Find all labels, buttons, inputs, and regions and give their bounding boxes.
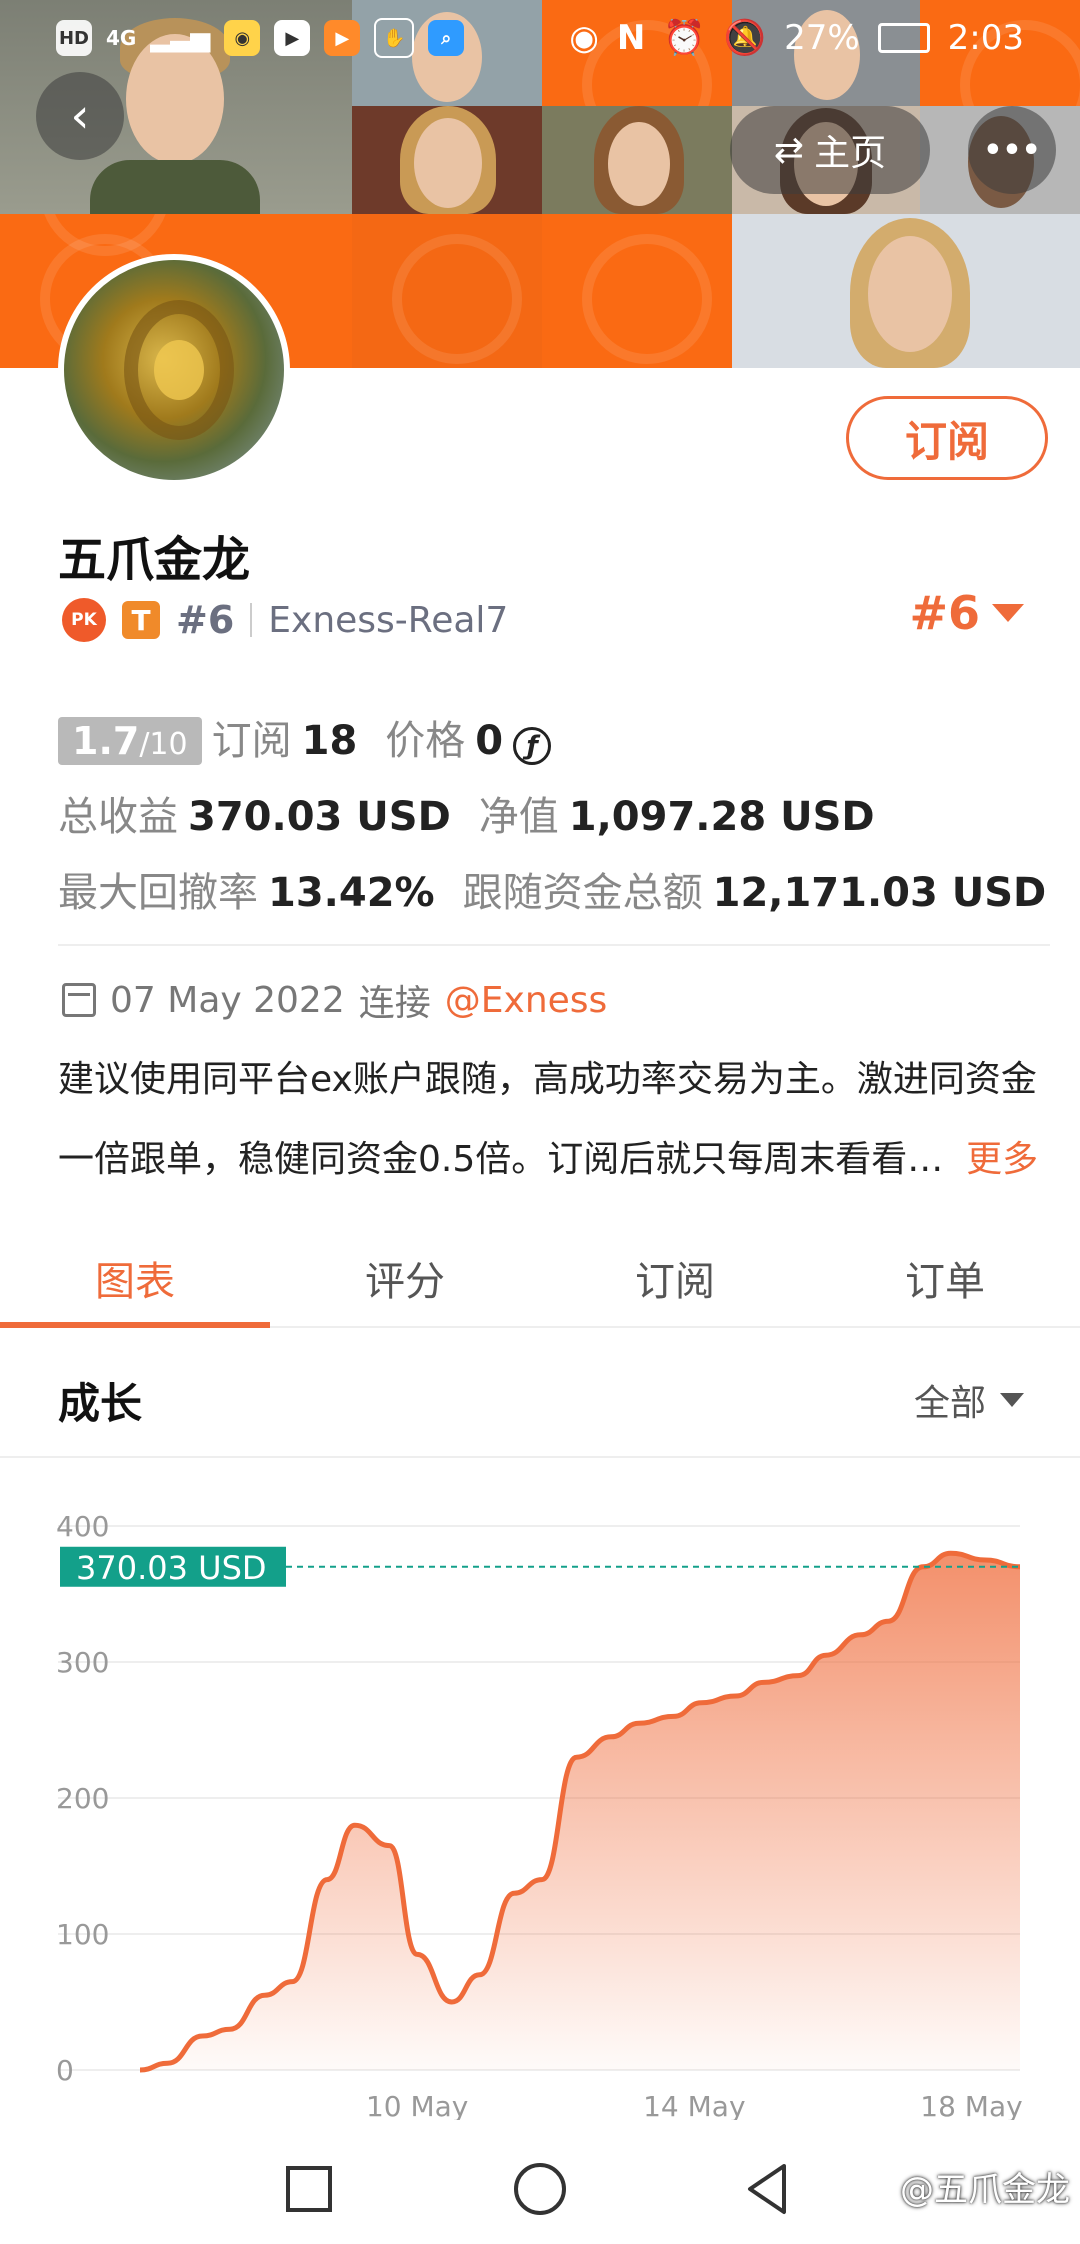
x-tick-label: 14 May bbox=[643, 2090, 745, 2120]
total-profit-value: 370.03 USD bbox=[188, 794, 451, 840]
price-value: 0 bbox=[475, 718, 504, 764]
section-title: 成长 bbox=[58, 1379, 143, 1428]
rank-dropdown[interactable]: #6 bbox=[909, 586, 1024, 640]
chevron-left-icon: ‹ bbox=[70, 88, 90, 144]
broker-link[interactable]: @Exness bbox=[445, 980, 608, 1021]
current-value-label: 370.03 USD bbox=[76, 1549, 267, 1587]
tab-subscribe[interactable]: 订阅 bbox=[540, 1230, 810, 1326]
y-tick-label: 0 bbox=[56, 2054, 74, 2087]
connection-info: 07 May 2022 连接 @Exness bbox=[62, 974, 607, 1026]
profile-name: 五爪金龙 bbox=[58, 532, 251, 588]
banner-photo bbox=[542, 106, 732, 214]
recent-apps-button[interactable] bbox=[286, 2166, 332, 2212]
battery-percent: 27% bbox=[784, 18, 860, 58]
home-nav-button[interactable] bbox=[514, 2163, 566, 2215]
broker-account: Exness-Real7 bbox=[268, 599, 509, 641]
status-bar: HD 4G ▂▃▅ ◉ ▶ ▶ ✋ ⌕ ◉ N ⏰ 🔕 27% 2:03 bbox=[0, 0, 1080, 80]
coin-icon: ƒ bbox=[513, 727, 552, 765]
more-icon: ••• bbox=[983, 132, 1041, 168]
eye-icon: ◉ bbox=[569, 18, 599, 58]
tab-rating[interactable]: 评分 bbox=[270, 1230, 540, 1326]
profile-badges: PK T #6 Exness-Real7 bbox=[62, 592, 508, 648]
divider bbox=[0, 1456, 1080, 1458]
connection-label: 连接 bbox=[358, 983, 431, 1024]
max-drawdown-label: 最大回撤率 bbox=[58, 870, 258, 916]
hand-icon: ✋ bbox=[374, 18, 415, 58]
stats-row-3: 最大回撤率 13.42% 跟随资金总额 12,171.03 USD bbox=[58, 860, 1046, 918]
tab-chart[interactable]: 图表 bbox=[0, 1230, 270, 1328]
profile-description: 建议使用同平台ex账户跟随，高成功率交易为主。激进同资金 一倍跟单，稳健同资金0… bbox=[58, 1040, 1048, 1200]
nfc-icon: N bbox=[616, 18, 646, 58]
price-label: 价格 bbox=[385, 718, 466, 764]
score-value: 1.7 bbox=[72, 719, 140, 763]
caret-down-icon bbox=[1000, 1393, 1024, 1407]
y-tick-label: 200 bbox=[56, 1782, 109, 1815]
total-profit-label: 总收益 bbox=[58, 794, 178, 840]
banner-tile bbox=[542, 214, 732, 368]
avatar[interactable] bbox=[58, 254, 290, 486]
watermark: @五爪金龙 bbox=[900, 2170, 1070, 2210]
range-filter-label: 全部 bbox=[913, 1383, 986, 1424]
home-button-label: 主页 bbox=[814, 133, 887, 174]
rank-label: #6 bbox=[176, 598, 235, 642]
trader-badge: T bbox=[122, 601, 160, 639]
x-tick-label: 18 May bbox=[920, 2090, 1022, 2120]
divider bbox=[58, 944, 1050, 946]
back-button[interactable]: ‹ bbox=[36, 72, 124, 160]
description-line: 建议使用同平台ex账户跟随，高成功率交易为主。激进同资金 bbox=[58, 1059, 1037, 1100]
alarm-icon: ⏰ bbox=[663, 18, 706, 58]
play-icon: ▶ bbox=[324, 20, 361, 56]
tab-orders[interactable]: 订单 bbox=[810, 1230, 1080, 1326]
more-link[interactable]: 更多 bbox=[966, 1139, 1038, 1180]
equity-value: 1,097.28 USD bbox=[568, 794, 875, 840]
home-button[interactable]: ⇄ 主页 bbox=[730, 106, 930, 194]
signal-icon: 4G bbox=[106, 26, 137, 50]
follow-funds-value: 12,171.03 USD bbox=[712, 870, 1047, 916]
growth-chart: 370.03 USD 0 100 200 300 400 10 May 14 May 18 … bbox=[56, 1510, 1023, 2120]
stats-row-2: 总收益 370.03 USD 净值 1,097.28 USD bbox=[58, 784, 875, 842]
banner-photo bbox=[352, 106, 542, 214]
x-tick-label: 10 May bbox=[366, 2090, 468, 2120]
mute-icon: 🔕 bbox=[723, 18, 767, 58]
calendar-icon bbox=[62, 983, 96, 1017]
separator bbox=[250, 603, 253, 637]
hd-icon: HD bbox=[56, 20, 92, 56]
tab-bar: 图表 评分 订阅 订单 bbox=[0, 1230, 1080, 1328]
subscribe-count-label: 订阅 bbox=[211, 718, 292, 764]
stats-row-1: 1.7/10 订阅 18 价格 0 ƒ bbox=[58, 708, 552, 766]
battery-icon bbox=[877, 23, 930, 53]
banner-photo bbox=[732, 214, 1080, 368]
score-badge: 1.7/10 bbox=[58, 717, 202, 765]
back-nav-button[interactable] bbox=[748, 2164, 786, 2214]
description-line: 一倍跟单，稳健同资金0.5倍。订阅后就只每周末看看… bbox=[58, 1139, 944, 1180]
y-tick-label: 300 bbox=[56, 1646, 109, 1679]
subscribe-button[interactable]: 订阅 bbox=[846, 396, 1048, 480]
switch-arrows-icon: ⇄ bbox=[773, 129, 805, 171]
signal-bars-icon: ▂▃▅ bbox=[150, 23, 211, 53]
range-filter[interactable]: 全部 bbox=[914, 1374, 1024, 1426]
pk-badge: PK bbox=[62, 598, 106, 642]
score-denominator: /10 bbox=[139, 727, 188, 762]
caret-down-icon bbox=[992, 604, 1024, 622]
banner-tile bbox=[352, 214, 542, 368]
more-options-button[interactable]: ••• bbox=[968, 106, 1056, 194]
max-drawdown-value: 13.42% bbox=[268, 870, 435, 916]
rank-dropdown-label: #6 bbox=[909, 586, 980, 640]
y-tick-label: 400 bbox=[56, 1510, 109, 1543]
clock: 2:03 bbox=[947, 18, 1024, 58]
connection-date: 07 May 2022 bbox=[110, 979, 345, 1021]
weibo-icon: ◉ bbox=[224, 20, 261, 56]
equity-label: 净值 bbox=[478, 794, 559, 840]
y-tick-label: 100 bbox=[56, 1918, 109, 1951]
search-app-icon: ⌕ bbox=[428, 20, 465, 56]
subscribe-count: 18 bbox=[301, 718, 358, 764]
youku-icon: ▶ bbox=[274, 20, 311, 56]
follow-funds-label: 跟随资金总额 bbox=[462, 870, 703, 916]
